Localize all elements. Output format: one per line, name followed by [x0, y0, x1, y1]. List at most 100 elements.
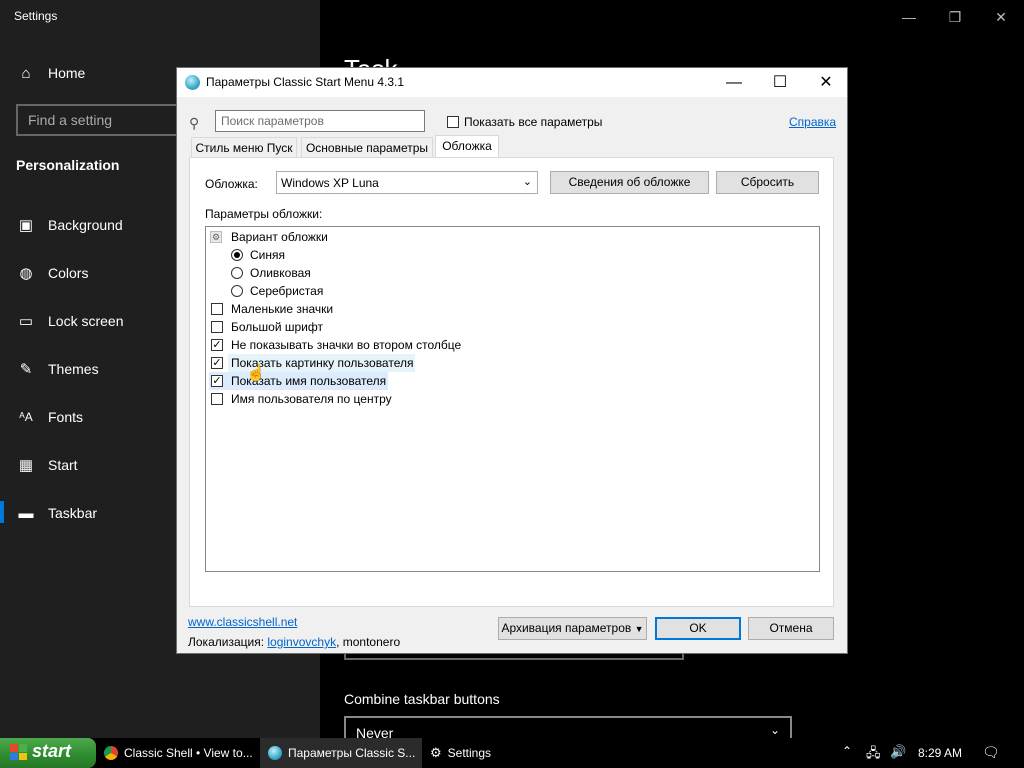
volume-icon[interactable]: 🔊	[890, 744, 906, 760]
nav-themes[interactable]: ✎ Themes	[16, 355, 99, 383]
task-label: Параметры Classic S...	[288, 746, 416, 760]
shell-icon	[268, 746, 282, 760]
close-icon[interactable]: ✕	[978, 4, 1024, 30]
skin-select-value: Windows XP Luna	[281, 176, 379, 190]
show-user-name-checkbox[interactable]: ✓	[211, 375, 223, 387]
gear-icon: ⚙	[430, 745, 442, 760]
reset-button[interactable]: Сбросить	[716, 171, 819, 194]
radio-olive[interactable]	[231, 267, 243, 279]
restore-icon[interactable]: ❐	[932, 4, 978, 30]
brush-icon: ✎	[19, 361, 33, 378]
selection-indicator	[0, 501, 4, 523]
nav-home-label: Home	[48, 65, 86, 81]
settings-group-icon: ⚙	[210, 231, 222, 243]
nav-label: Lock screen	[48, 313, 124, 329]
backup-settings-button[interactable]: Архивация параметров ▼	[498, 617, 647, 640]
nav-label: Taskbar	[48, 505, 98, 521]
network-icon[interactable]: 🖧	[866, 744, 881, 766]
home-icon: ⌂	[21, 64, 31, 82]
tab-basic-settings[interactable]: Основные параметры	[301, 137, 433, 157]
chevron-down-icon: ⌄	[769, 723, 780, 737]
backup-button-label: Архивация параметров	[501, 621, 632, 635]
cancel-button[interactable]: Отмена	[748, 617, 834, 640]
nav-start[interactable]: ▦ Start	[16, 451, 78, 479]
task-settings[interactable]: ⚙ Settings	[430, 738, 520, 768]
tab-start-menu-style[interactable]: Стиль меню Пуск	[191, 137, 297, 157]
show-all-checkbox[interactable]	[447, 116, 459, 128]
variant-group-label: Вариант обложки	[231, 230, 328, 244]
large-font-checkbox[interactable]	[211, 321, 223, 333]
tab-skin[interactable]: Обложка	[435, 135, 499, 157]
maximize-icon[interactable]: ☐	[757, 68, 803, 97]
radio-silver[interactable]	[231, 285, 243, 297]
hide-second-column-icons-checkbox[interactable]: ✓	[211, 339, 223, 351]
radio-label: Синяя	[250, 248, 285, 262]
task-classic-shell[interactable]: Параметры Classic S...	[260, 738, 422, 768]
combine-label: Combine taskbar buttons	[344, 691, 500, 707]
localization-author-2: , montonero	[336, 635, 401, 649]
show-all-label: Показать все параметры	[464, 115, 603, 129]
dialog-title: Параметры Classic Start Menu 4.3.1	[206, 75, 405, 89]
tab-panel: Обложка: Windows XP Luna ⌄ Сведения об о…	[189, 157, 834, 607]
skin-options-tree: ⚙ Вариант обложки Синяя Оливковая Серебр…	[205, 226, 820, 572]
start-button[interactable]: start	[0, 738, 96, 768]
nav-label: Fonts	[48, 409, 84, 425]
nav-background[interactable]: ▣ Background	[16, 211, 123, 239]
option-label: Маленькие значки	[231, 302, 334, 316]
skin-label: Обложка:	[205, 177, 258, 191]
skin-info-button[interactable]: Сведения об обложке	[550, 171, 709, 194]
minimize-icon[interactable]: —	[711, 68, 757, 97]
close-icon[interactable]: ✕	[803, 68, 849, 97]
radio-label: Серебристая	[250, 284, 324, 298]
nav-label: Background	[48, 217, 123, 233]
nav-taskbar[interactable]: ▬ Taskbar	[16, 499, 98, 527]
radio-blue[interactable]	[231, 249, 243, 261]
taskbar: start Classic Shell • View to... Парамет…	[0, 738, 1024, 768]
start-icon: ▦	[18, 457, 34, 474]
center-user-name-checkbox[interactable]	[211, 393, 223, 405]
localization-line: Локализация: loginvovchyk, montonero	[188, 635, 400, 649]
search-icon: ⚲	[189, 115, 200, 131]
task-chrome[interactable]: Classic Shell • View to...	[104, 738, 256, 768]
radio-label: Оливковая	[250, 266, 311, 280]
nav-label: Start	[48, 457, 78, 473]
website-link[interactable]: www.classicshell.net	[188, 615, 297, 629]
show-user-picture-checkbox[interactable]: ✓	[211, 357, 223, 369]
settings-window-title: Settings	[14, 9, 58, 23]
skin-select[interactable]: Windows XP Luna ⌄	[276, 171, 538, 194]
localization-author-link[interactable]: loginvovchyk	[267, 635, 336, 649]
notifications-icon[interactable]: 🗨	[982, 744, 1000, 761]
option-label: Имя пользователя по центру	[231, 392, 392, 406]
chevron-down-icon: ⌄	[522, 176, 532, 188]
option-label: Большой шрифт	[231, 320, 323, 334]
nav-label: Themes	[48, 361, 99, 377]
skin-params-label: Параметры обложки:	[205, 207, 323, 221]
task-label: Settings	[447, 746, 492, 760]
ok-button[interactable]: OK	[655, 617, 741, 640]
nav-home[interactable]: ⌂ Home	[16, 59, 85, 87]
section-heading: Personalization	[16, 157, 120, 173]
nav-colors[interactable]: ◍ Colors	[16, 259, 88, 287]
dropdown-arrow-icon: ▼	[634, 624, 644, 634]
chrome-icon	[104, 746, 118, 760]
dialog-titlebar[interactable]: Параметры Classic Start Menu 4.3.1 — ☐ ✕	[177, 68, 847, 97]
font-icon: ᴬA	[19, 410, 33, 424]
windows-logo-icon	[10, 744, 27, 760]
option-label: Не показывать значки во втором столбце	[231, 338, 462, 352]
settings-search-input[interactable]: Поиск параметров	[215, 110, 425, 132]
minimize-icon[interactable]: —	[886, 4, 932, 30]
image-icon: ▣	[18, 217, 34, 234]
clock[interactable]: 8:29 AM	[918, 746, 962, 760]
classic-shell-dialog: Параметры Classic Start Menu 4.3.1 — ☐ ✕…	[176, 67, 848, 654]
nav-fonts[interactable]: ᴬA Fonts	[16, 403, 83, 431]
palette-icon: ◍	[19, 265, 33, 282]
help-link[interactable]: Справка	[789, 115, 836, 129]
localization-label: Локализация:	[188, 635, 265, 649]
small-icons-checkbox[interactable]	[211, 303, 223, 315]
show-hidden-icons-icon[interactable]: ⌃	[842, 744, 852, 758]
nav-lock-screen[interactable]: ▭ Lock screen	[16, 307, 124, 335]
settings-search-placeholder: Find a setting	[28, 112, 113, 128]
taskbar-icon: ▬	[18, 504, 34, 522]
task-label: Classic Shell • View to...	[124, 746, 253, 760]
shell-icon	[185, 75, 200, 90]
